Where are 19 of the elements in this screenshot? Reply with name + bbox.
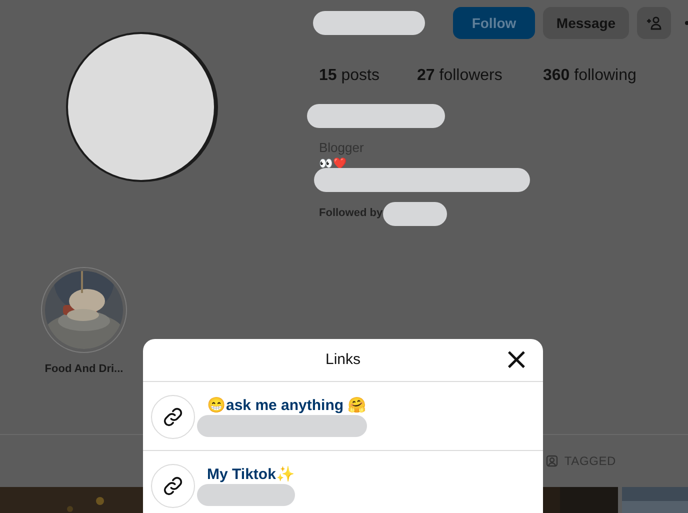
add-person-button[interactable] xyxy=(637,7,671,39)
link-icon xyxy=(151,464,195,508)
link-title[interactable]: My Tiktok✨ xyxy=(207,466,295,484)
highlight-label: Food And Dri... xyxy=(44,362,124,377)
add-person-icon xyxy=(646,16,662,30)
link-icon xyxy=(151,395,195,439)
tag-person-icon xyxy=(546,455,558,467)
stat-label[interactable]: 360 following xyxy=(543,64,636,88)
followed-by-label: Followed by xyxy=(319,206,383,222)
dialog-title: Links xyxy=(325,350,361,370)
message-button[interactable]: Message xyxy=(543,7,629,39)
stat-label[interactable]: 15 posts xyxy=(319,64,417,88)
redaction-bar xyxy=(382,202,447,226)
link-title[interactable]: 😁ask me anything 🤗 xyxy=(207,397,367,415)
follow-button[interactable]: Follow xyxy=(453,7,535,39)
bio-text: 👀❤ xyxy=(319,158,348,168)
more-icon[interactable] xyxy=(685,21,688,25)
close-button[interactable]: × xyxy=(504,345,529,375)
stat-label[interactable]: 27 followers xyxy=(417,64,543,88)
